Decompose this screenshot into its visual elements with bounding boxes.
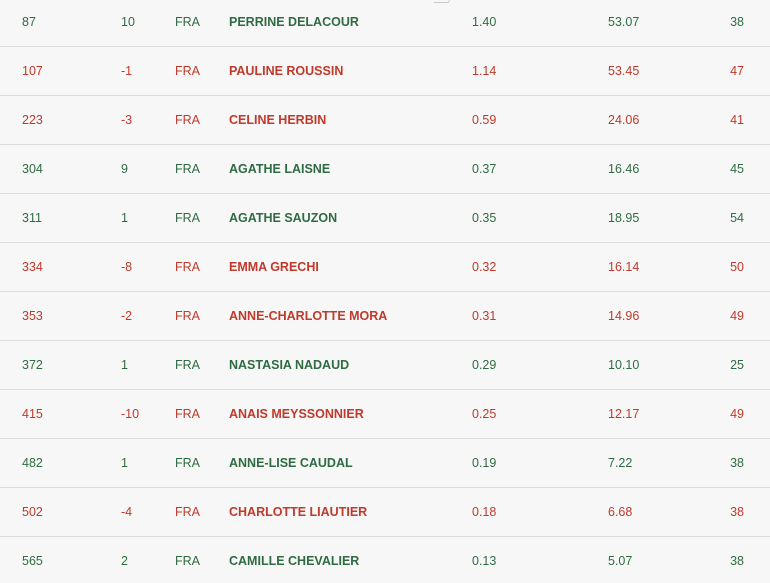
tournaments-cell: 38 <box>730 505 744 519</box>
nationality-cell: FRA <box>175 358 200 372</box>
table-row[interactable]: 223 -3 FRA CELINE HERBIN 0.59 24.06 41 <box>0 96 770 145</box>
tournaments-cell: 54 <box>730 211 744 225</box>
rank-cell: 304 <box>22 162 43 176</box>
tournaments-cell: 38 <box>730 15 744 29</box>
table-row[interactable]: 502 -4 FRA CHARLOTTE LIAUTIER 0.18 6.68 … <box>0 488 770 537</box>
movement-cell: 2 <box>121 554 128 568</box>
player-name-link[interactable]: CAMILLE CHEVALIER <box>229 537 359 583</box>
rank-cell: 502 <box>22 505 43 519</box>
ranking-table: 87 10 FRA PERRINE DELACOUR 1.40 53.07 38… <box>0 0 770 583</box>
rank-cell: 415 <box>22 407 43 421</box>
movement-cell: 10 <box>121 15 135 29</box>
table-row[interactable]: 107 -1 FRA PAULINE ROUSSIN 1.14 53.45 47 <box>0 47 770 96</box>
percent-cell: 53.07 <box>608 15 640 29</box>
movement-cell: -1 <box>121 64 133 78</box>
movement-cell: 1 <box>121 358 128 372</box>
nationality-cell: FRA <box>175 554 200 568</box>
table-row[interactable]: 353 -2 FRA ANNE-CHARLOTTE MORA 0.31 14.9… <box>0 292 770 341</box>
points-cell: 0.29 <box>472 358 497 372</box>
points-cell: 0.25 <box>472 407 497 421</box>
percent-cell: 6.68 <box>608 505 633 519</box>
player-name-link[interactable]: EMMA GRECHI <box>229 243 319 291</box>
rank-cell: 334 <box>22 260 43 274</box>
tournaments-cell: 38 <box>730 554 744 568</box>
points-cell: 0.32 <box>472 260 497 274</box>
player-name-link[interactable]: ANNE-LISE CAUDAL <box>229 439 353 487</box>
tournaments-cell: 49 <box>730 407 744 421</box>
nationality-cell: FRA <box>175 162 200 176</box>
tournaments-cell: 49 <box>730 309 744 323</box>
percent-cell: 5.07 <box>608 554 633 568</box>
player-name-link[interactable]: AGATHE SAUZON <box>229 194 337 242</box>
table-row[interactable]: 304 9 FRA AGATHE LAISNE 0.37 16.46 45 <box>0 145 770 194</box>
rank-cell: 482 <box>22 456 43 470</box>
movement-cell: -4 <box>121 505 133 519</box>
percent-cell: 18.95 <box>608 211 640 225</box>
nationality-cell: FRA <box>175 15 200 29</box>
player-name-link[interactable]: AGATHE LAISNE <box>229 145 330 193</box>
rank-cell: 372 <box>22 358 43 372</box>
nationality-cell: FRA <box>175 456 200 470</box>
rank-cell: 311 <box>22 211 42 225</box>
movement-cell: 1 <box>121 211 128 225</box>
percent-cell: 10.10 <box>608 358 640 372</box>
percent-cell: 53.45 <box>608 64 640 78</box>
percent-cell: 12.17 <box>608 407 640 421</box>
rank-cell: 87 <box>22 15 36 29</box>
table-row[interactable]: 87 10 FRA PERRINE DELACOUR 1.40 53.07 38 <box>0 0 770 47</box>
movement-cell: -8 <box>121 260 133 274</box>
tournaments-cell: 47 <box>730 64 744 78</box>
nationality-cell: FRA <box>175 64 200 78</box>
player-name-link[interactable]: ANNE-CHARLOTTE MORA <box>229 292 387 340</box>
movement-cell: -2 <box>121 309 133 323</box>
rank-cell: 107 <box>22 64 43 78</box>
points-cell: 0.13 <box>472 554 497 568</box>
table-row[interactable]: 311 1 FRA AGATHE SAUZON 0.35 18.95 54 <box>0 194 770 243</box>
tournaments-cell: 38 <box>730 456 744 470</box>
points-cell: 1.14 <box>472 64 497 78</box>
movement-cell: 9 <box>121 162 128 176</box>
rank-cell: 223 <box>22 113 43 127</box>
table-row[interactable]: 334 -8 FRA EMMA GRECHI 0.32 16.14 50 <box>0 243 770 292</box>
points-cell: 0.59 <box>472 113 497 127</box>
nationality-cell: FRA <box>175 260 200 274</box>
nationality-cell: FRA <box>175 211 200 225</box>
points-cell: 0.18 <box>472 505 497 519</box>
rank-cell: 353 <box>22 309 43 323</box>
player-name-link[interactable]: PAULINE ROUSSIN <box>229 47 343 95</box>
percent-cell: 16.14 <box>608 260 640 274</box>
percent-cell: 24.06 <box>608 113 640 127</box>
nationality-cell: FRA <box>175 309 200 323</box>
tournaments-cell: 41 <box>730 113 744 127</box>
tournaments-cell: 25 <box>730 358 744 372</box>
percent-cell: 14.96 <box>608 309 640 323</box>
table-row[interactable]: 415 -10 FRA ANAIS MEYSSONNIER 0.25 12.17… <box>0 390 770 439</box>
points-cell: 0.31 <box>472 309 497 323</box>
rank-cell: 565 <box>22 554 43 568</box>
tournaments-cell: 45 <box>730 162 744 176</box>
player-name-link[interactable]: NASTASIA NADAUD <box>229 341 349 389</box>
percent-cell: 7.22 <box>608 456 633 470</box>
movement-cell: 1 <box>121 456 128 470</box>
player-name-link[interactable]: ANAIS MEYSSONNIER <box>229 390 364 438</box>
movement-cell: -3 <box>121 113 133 127</box>
points-cell: 0.35 <box>472 211 497 225</box>
points-cell: 0.37 <box>472 162 497 176</box>
player-name-link[interactable]: PERRINE DELACOUR <box>229 0 359 46</box>
points-cell: 1.40 <box>472 15 497 29</box>
nationality-cell: FRA <box>175 407 200 421</box>
table-row[interactable]: 565 2 FRA CAMILLE CHEVALIER 0.13 5.07 38 <box>0 537 770 583</box>
nationality-cell: FRA <box>175 113 200 127</box>
tournaments-cell: 50 <box>730 260 744 274</box>
percent-cell: 16.46 <box>608 162 640 176</box>
player-name-link[interactable]: CELINE HERBIN <box>229 96 326 144</box>
nationality-cell: FRA <box>175 505 200 519</box>
table-row[interactable]: 372 1 FRA NASTASIA NADAUD 0.29 10.10 25 <box>0 341 770 390</box>
movement-cell: -10 <box>121 407 140 421</box>
points-cell: 0.19 <box>472 456 497 470</box>
player-name-link[interactable]: CHARLOTTE LIAUTIER <box>229 488 367 536</box>
table-row[interactable]: 482 1 FRA ANNE-LISE CAUDAL 0.19 7.22 38 <box>0 439 770 488</box>
